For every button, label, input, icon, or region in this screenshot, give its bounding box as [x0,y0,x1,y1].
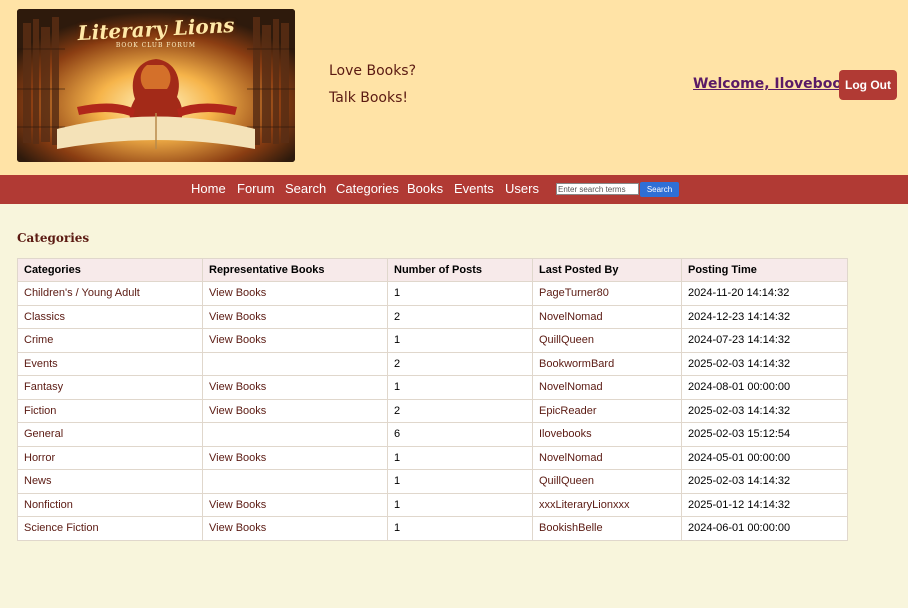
category-link[interactable]: Fiction [17,398,203,423]
view-books-link[interactable]: View Books [202,445,388,470]
column-header-number-of-posts: Number of Posts [387,258,533,282]
view-books-link[interactable]: View Books [202,328,388,353]
post-count: 1 [387,445,533,470]
site-logo[interactable]: Literary Lions BOOK CLUB FORUM [17,9,295,162]
table-row: Nonfiction View Books 1 xxxLiteraryLionxxx 2… [17,492,848,517]
nav-books[interactable]: Books [407,181,443,196]
category-link[interactable]: News [17,469,203,494]
last-poster-link[interactable]: BookwormBard [532,351,682,376]
nav-search[interactable]: Search [285,181,326,196]
posting-time: 2024-07-23 14:14:32 [681,328,848,353]
column-header-posting-time: Posting Time [681,258,848,282]
last-poster-link[interactable]: Ilovebooks [532,422,682,447]
post-count: 1 [387,469,533,494]
search-input[interactable] [556,183,639,195]
nav-home[interactable]: Home [191,181,226,196]
table-row: Horror View Books 1 NovelNomad 2024-05-01 00… [17,445,848,470]
column-header-representative-books: Representative Books [202,258,388,282]
column-header-categories: Categories [17,258,203,282]
post-count: 2 [387,304,533,329]
posting-time: 2025-02-03 15:12:54 [681,422,848,447]
category-link[interactable]: Science Fiction [17,516,203,541]
category-link[interactable]: Children's / Young Adult [17,281,203,306]
site-header: Literary Lions BOOK CLUB FORUM Love Book… [0,0,908,175]
last-poster-link[interactable]: xxxLiteraryLionxxx [532,492,682,517]
empty-cell [202,351,388,376]
empty-cell [202,469,388,494]
category-link[interactable]: General [17,422,203,447]
tagline-love-books: Love Books? [329,63,417,79]
view-books-link[interactable]: View Books [202,304,388,329]
last-poster-link[interactable]: EpicReader [532,398,682,423]
table-row: Fantasy View Books 1 NovelNomad 2024-08-01 0… [17,375,848,400]
last-poster-link[interactable]: NovelNomad [532,304,682,329]
view-books-link[interactable]: View Books [202,375,388,400]
nav-users[interactable]: Users [505,181,539,196]
nav-events[interactable]: Events [454,181,494,196]
table-row: Events 2 BookwormBard 2025-02-03 14:14:32 [17,351,848,376]
posting-time: 2024-06-01 00:00:00 [681,516,848,541]
posting-time: 2024-12-23 14:14:32 [681,304,848,329]
tagline-talk-books: Talk Books! [329,90,409,106]
nav-categories[interactable]: Categories [336,181,399,196]
category-link[interactable]: Crime [17,328,203,353]
post-count: 1 [387,492,533,517]
posting-time: 2025-02-03 14:14:32 [681,351,848,376]
posting-time: 2024-08-01 00:00:00 [681,375,848,400]
category-link[interactable]: Events [17,351,203,376]
logout-button[interactable]: Log Out [839,70,897,100]
last-poster-link[interactable]: QuillQueen [532,469,682,494]
category-link[interactable]: Horror [17,445,203,470]
posting-time: 2025-01-12 14:14:32 [681,492,848,517]
view-books-link[interactable]: View Books [202,281,388,306]
logo-subtitle: BOOK CLUB FORUM [115,42,197,49]
category-link[interactable]: Classics [17,304,203,329]
table-header-row: Categories Representative Books Number o… [17,258,848,282]
post-count: 1 [387,281,533,306]
empty-cell [202,422,388,447]
post-count: 2 [387,351,533,376]
table-row: News 1 QuillQueen 2025-02-03 14:14:32 [17,469,848,494]
post-count: 1 [387,328,533,353]
post-count: 6 [387,422,533,447]
column-header-last-posted-by: Last Posted By [532,258,682,282]
view-books-link[interactable]: View Books [202,516,388,541]
posting-time: 2024-05-01 00:00:00 [681,445,848,470]
nav-forum[interactable]: Forum [237,181,275,196]
page-title: Categories [17,231,90,245]
categories-table: Categories Representative Books Number o… [17,258,848,541]
view-books-link[interactable]: View Books [202,492,388,517]
table-row: Children's / Young Adult View Books 1 PageT… [17,281,848,306]
table-row: Classics View Books 2 NovelNomad 2024-12-23 … [17,304,848,329]
last-poster-link[interactable]: BookishBelle [532,516,682,541]
table-row: Crime View Books 1 QuillQueen 2024-07-23 14:… [17,328,848,353]
last-poster-link[interactable]: PageTurner80 [532,281,682,306]
view-books-link[interactable]: View Books [202,398,388,423]
table-row: General 6 Ilovebooks 2025-02-03 15:12:54 [17,422,848,447]
posting-time: 2025-02-03 14:14:32 [681,398,848,423]
table-row: Science Fiction View Books 1 BookishBelle 20… [17,516,848,541]
table-body: Children's / Young Adult View Books 1 PageT… [17,281,848,541]
post-count: 1 [387,516,533,541]
last-poster-link[interactable]: QuillQueen [532,328,682,353]
last-poster-link[interactable]: NovelNomad [532,445,682,470]
search-button[interactable]: Search [640,182,679,197]
posting-time: 2025-02-03 14:14:32 [681,469,848,494]
table-row: Fiction View Books 2 EpicReader 2025-02-03 1… [17,398,848,423]
post-count: 2 [387,398,533,423]
posting-time: 2024-11-20 14:14:32 [681,281,848,306]
category-link[interactable]: Fantasy [17,375,203,400]
category-link[interactable]: Nonfiction [17,492,203,517]
post-count: 1 [387,375,533,400]
last-poster-link[interactable]: NovelNomad [532,375,682,400]
main-navigation: Home Forum Search Categories Books Event… [0,175,908,204]
